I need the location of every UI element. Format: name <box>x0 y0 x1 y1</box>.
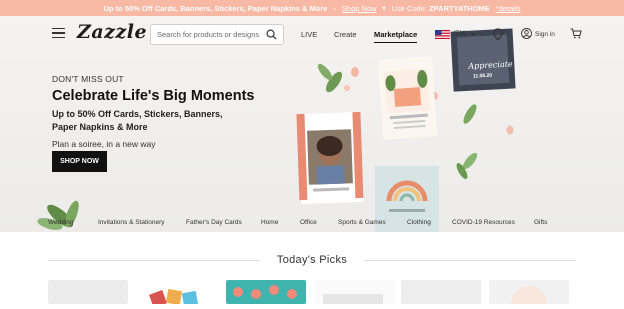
user-icon[interactable] <box>521 28 532 39</box>
promo-details-link[interactable]: *details <box>496 4 521 13</box>
chevron-down-icon[interactable] <box>470 33 476 36</box>
category-home[interactable]: Home <box>261 219 278 226</box>
nav-live[interactable]: LIVE <box>301 30 317 39</box>
hero-text-block: DON'T MISS OUT Celebrate Life's Big Mome… <box>52 74 302 149</box>
shop-now-button[interactable]: SHOP NOW <box>52 151 107 172</box>
zazzle-logo[interactable]: Zazzle <box>77 21 147 43</box>
promo-code: Use Code: ZPARTYATHOME <box>391 3 490 13</box>
category-invitations[interactable]: Invitations & Stationery <box>98 219 164 226</box>
promo-shop-now-link[interactable]: Shop Now <box>342 4 377 13</box>
pick-card[interactable] <box>401 280 481 304</box>
nav-marketplace[interactable]: Marketplace <box>374 30 418 43</box>
category-wedding[interactable]: Wedding <box>48 219 74 226</box>
us-flag-icon[interactable] <box>435 30 450 39</box>
chevron-down-icon: ▾ <box>382 5 386 12</box>
search-icon[interactable] <box>266 29 277 40</box>
search-bar <box>150 24 284 45</box>
pick-card[interactable] <box>139 280 219 308</box>
language-selector[interactable]: (EN) <box>453 30 466 37</box>
category-fathers-day[interactable]: Father's Day Cards <box>186 219 242 226</box>
category-gifts[interactable]: Gifts <box>534 219 547 226</box>
cart-icon[interactable] <box>570 28 582 39</box>
category-office[interactable]: Office <box>300 219 317 226</box>
svg-text:11.08.20: 11.08.20 <box>473 73 493 80</box>
nav-create[interactable]: Create <box>334 30 357 39</box>
hero-eyebrow: DON'T MISS OUT <box>52 74 124 84</box>
hero-tagline: Plan a soiree, in a new way <box>52 139 156 149</box>
menu-icon[interactable] <box>52 28 65 38</box>
category-sports-games[interactable]: Sports & Games <box>338 219 386 226</box>
pick-card[interactable] <box>48 280 128 304</box>
promo-banner: Up to 50% Off Cards, Banners, Stickers, … <box>0 0 624 16</box>
divider <box>364 260 576 261</box>
sign-in-link[interactable]: Sign in <box>535 31 555 38</box>
category-clothing[interactable]: Clothing <box>407 219 431 226</box>
promo-offer-text: Up to 50% Off Cards, Banners, Stickers, … <box>103 3 328 13</box>
category-covid[interactable]: COVID-19 Resources <box>452 219 515 226</box>
hero-headline: Celebrate Life's Big Moments <box>52 88 255 104</box>
pick-card[interactable] <box>226 280 306 304</box>
lightbulb-icon[interactable] <box>493 28 503 41</box>
pick-card[interactable] <box>315 280 395 306</box>
hero-subhead: Up to 50% Off Cards, Stickers, Banners, … <box>52 109 223 132</box>
search-input[interactable] <box>157 30 267 39</box>
pick-card[interactable] <box>489 280 569 309</box>
category-bar: Wedding Invitations & Stationery Father'… <box>0 215 624 231</box>
